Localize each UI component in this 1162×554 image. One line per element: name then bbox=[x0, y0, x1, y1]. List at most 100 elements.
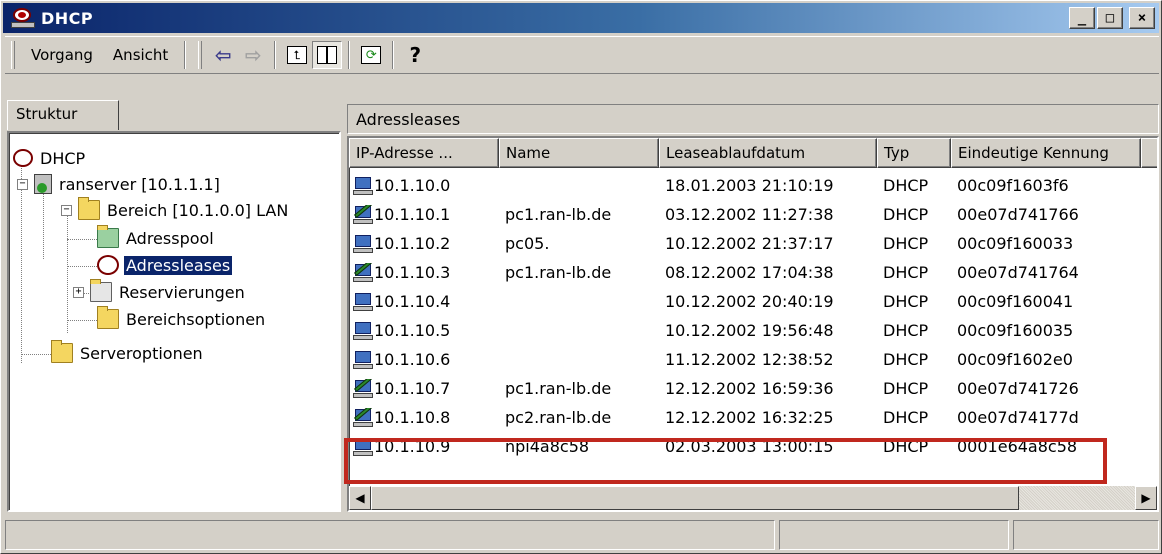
tab-struktur[interactable]: Struktur bbox=[7, 100, 119, 130]
table-row[interactable]: 10.1.10.0 18.01.2003 21:10:19 DHCP 00c09f16… bbox=[349, 171, 1141, 200]
toolbar-separator bbox=[348, 41, 351, 69]
status-bar bbox=[5, 520, 1159, 550]
table-row[interactable]: 10.1.10.7 pc1.ran-lb.de 12.12.2002 16:59:3… bbox=[349, 374, 1141, 403]
column-headers: IP-Adresse ... Name Leaseablaufdatum Typ… bbox=[349, 138, 1157, 168]
ip-text: 10.1.10.4 bbox=[374, 292, 451, 311]
menu-ansicht[interactable]: Ansicht bbox=[103, 44, 178, 66]
scroll-left-button[interactable]: ◀ bbox=[349, 486, 371, 510]
up-level-button[interactable]: ⮤ bbox=[282, 41, 312, 69]
ip-text: 10.1.10.7 bbox=[374, 379, 451, 398]
menu-toolbar: Vorgang Ansicht ⇦ ⇨ ⮤ ⟳ ? bbox=[5, 36, 1159, 74]
minimize-button[interactable]: _ bbox=[1069, 7, 1095, 29]
collapse-toggle[interactable]: − bbox=[61, 204, 72, 216]
tree-item-label: Reservierungen bbox=[119, 282, 245, 302]
toolbar-separator bbox=[184, 41, 187, 69]
help-button[interactable]: ? bbox=[400, 41, 430, 69]
title-bar[interactable]: DHCP _ □ × bbox=[3, 3, 1159, 33]
table-row[interactable]: 10.1.10.8 pc2.ran-lb.de 12.12.2002 16:32:2… bbox=[349, 403, 1141, 432]
cell-ip: 10.1.10.1 bbox=[349, 204, 499, 225]
tree-pane-icon bbox=[317, 46, 338, 64]
cell-type: DHCP bbox=[883, 350, 929, 369]
toolbar-grip[interactable] bbox=[198, 41, 203, 69]
cell-name: pc05. bbox=[505, 234, 550, 253]
cell-ip: 10.1.10.3 bbox=[349, 262, 499, 283]
collapse-toggle[interactable]: − bbox=[17, 178, 28, 190]
lease-icon bbox=[353, 176, 373, 196]
column-header-name[interactable]: Name bbox=[499, 138, 659, 168]
show-tree-button[interactable] bbox=[312, 41, 343, 69]
tree-item-label: Adressleases bbox=[122, 254, 234, 276]
cell-name: pc1.ran-lb.de bbox=[505, 263, 612, 282]
cell-expires: 10.12.2002 21:37:17 bbox=[665, 234, 834, 253]
back-button[interactable]: ⇦ bbox=[208, 41, 238, 69]
column-header-id[interactable]: Eindeutige Kennung bbox=[951, 138, 1141, 168]
toolbar-separator bbox=[274, 41, 277, 69]
leases-icon bbox=[97, 255, 119, 275]
tree-item-label: Bereichsoptionen bbox=[126, 309, 266, 329]
cell-expires: 10.12.2002 20:40:19 bbox=[665, 292, 834, 311]
tree-item-bereich[interactable]: − Bereich [10.1.0.0] LAN bbox=[61, 197, 290, 223]
ip-text: 10.1.10.3 bbox=[374, 263, 451, 282]
forward-button[interactable]: ⇨ bbox=[238, 41, 268, 69]
scroll-right-button[interactable]: ▶ bbox=[1135, 486, 1157, 510]
ip-text: 10.1.10.2 bbox=[374, 234, 451, 253]
refresh-button[interactable]: ⟳ bbox=[356, 41, 386, 69]
cell-expires: 10.12.2002 19:56:48 bbox=[665, 321, 834, 340]
expired-lease-icon bbox=[353, 262, 373, 283]
lease-icon bbox=[353, 234, 373, 254]
column-header-type[interactable]: Typ bbox=[877, 138, 951, 168]
expand-toggle[interactable]: + bbox=[73, 286, 84, 298]
scroll-thumb[interactable] bbox=[371, 486, 1019, 510]
cell-id: 00e07d741766 bbox=[957, 205, 1079, 224]
scroll-track[interactable] bbox=[371, 486, 1135, 510]
cell-id: 00c09f160033 bbox=[957, 234, 1074, 253]
cell-id: 00c09f1603f6 bbox=[957, 176, 1069, 195]
ip-text: 10.1.10.8 bbox=[374, 408, 451, 427]
cell-name: pc2.ran-lb.de bbox=[505, 408, 612, 427]
tree-item-adressleases[interactable]: Adressleases bbox=[97, 252, 234, 278]
cell-type: DHCP bbox=[883, 205, 929, 224]
status-panel bbox=[779, 520, 1009, 550]
table-row[interactable]: 10.1.10.6 11.12.2002 12:38:52 DHCP 00c09f16… bbox=[349, 345, 1141, 374]
toolbar-grip[interactable] bbox=[11, 41, 15, 69]
table-row[interactable]: 10.1.10.5 10.12.2002 19:56:48 DHCP 00c09f16… bbox=[349, 316, 1141, 345]
server-options-icon bbox=[51, 340, 73, 363]
cell-id: 00e07d741764 bbox=[957, 263, 1079, 282]
forward-arrow-icon: ⇨ bbox=[244, 43, 262, 67]
table-row[interactable]: 10.1.10.2 pc05. 10.12.2002 21:37:17 DHCP 00c… bbox=[349, 229, 1141, 258]
table-row[interactable]: 10.1.10.4 10.12.2002 20:40:19 DHCP 00c09f16… bbox=[349, 287, 1141, 316]
maximize-button[interactable]: □ bbox=[1097, 7, 1123, 29]
tree-item-ranserver[interactable]: − ranserver [10.1.1.1] bbox=[17, 171, 222, 197]
tree-item-bereichsoptionen[interactable]: Bereichsoptionen bbox=[97, 306, 267, 332]
cell-type: DHCP bbox=[883, 321, 929, 340]
table-row[interactable]: 10.1.10.1 pc1.ran-lb.de 03.12.2002 11:27:3… bbox=[349, 200, 1141, 229]
cell-ip: 10.1.10.6 bbox=[349, 350, 499, 370]
cell-expires: 18.01.2003 21:10:19 bbox=[665, 176, 834, 195]
lease-icon bbox=[353, 321, 373, 341]
tree-item-adresspool[interactable]: Adresspool bbox=[97, 225, 216, 251]
cell-id: 00e07d74177d bbox=[957, 408, 1079, 427]
refresh-icon: ⟳ bbox=[361, 46, 382, 64]
tree-item-reservierungen[interactable]: + Reservierungen bbox=[73, 279, 247, 305]
tree-item-dhcp[interactable]: DHCP bbox=[13, 145, 87, 171]
cell-ip: 10.1.10.5 bbox=[349, 321, 499, 341]
menu-vorgang[interactable]: Vorgang bbox=[21, 44, 103, 66]
column-header-expires[interactable]: Leaseablaufdatum bbox=[659, 138, 877, 168]
column-header-ip[interactable]: IP-Adresse ... bbox=[349, 138, 499, 168]
status-panel bbox=[5, 520, 775, 550]
tree-item-label: DHCP bbox=[40, 148, 86, 168]
cell-expires: 12.12.2002 16:32:25 bbox=[665, 408, 834, 427]
window-title: DHCP bbox=[41, 8, 94, 28]
cell-type: DHCP bbox=[883, 292, 929, 311]
close-button[interactable]: × bbox=[1129, 7, 1155, 29]
column-header-more[interactable] bbox=[1141, 138, 1157, 168]
horizontal-scrollbar[interactable]: ◀ ▶ bbox=[349, 486, 1157, 510]
server-icon bbox=[34, 174, 52, 194]
table-row[interactable]: 10.1.10.3 pc1.ran-lb.de 08.12.2002 17:04:3… bbox=[349, 258, 1141, 287]
ip-text: 10.1.10.6 bbox=[374, 350, 451, 369]
reservations-icon bbox=[90, 279, 112, 302]
tree-item-serveroptionen[interactable]: Serveroptionen bbox=[51, 340, 205, 366]
folder-icon bbox=[78, 197, 100, 220]
cell-type: DHCP bbox=[883, 176, 929, 195]
cell-name: pc1.ran-lb.de bbox=[505, 205, 612, 224]
